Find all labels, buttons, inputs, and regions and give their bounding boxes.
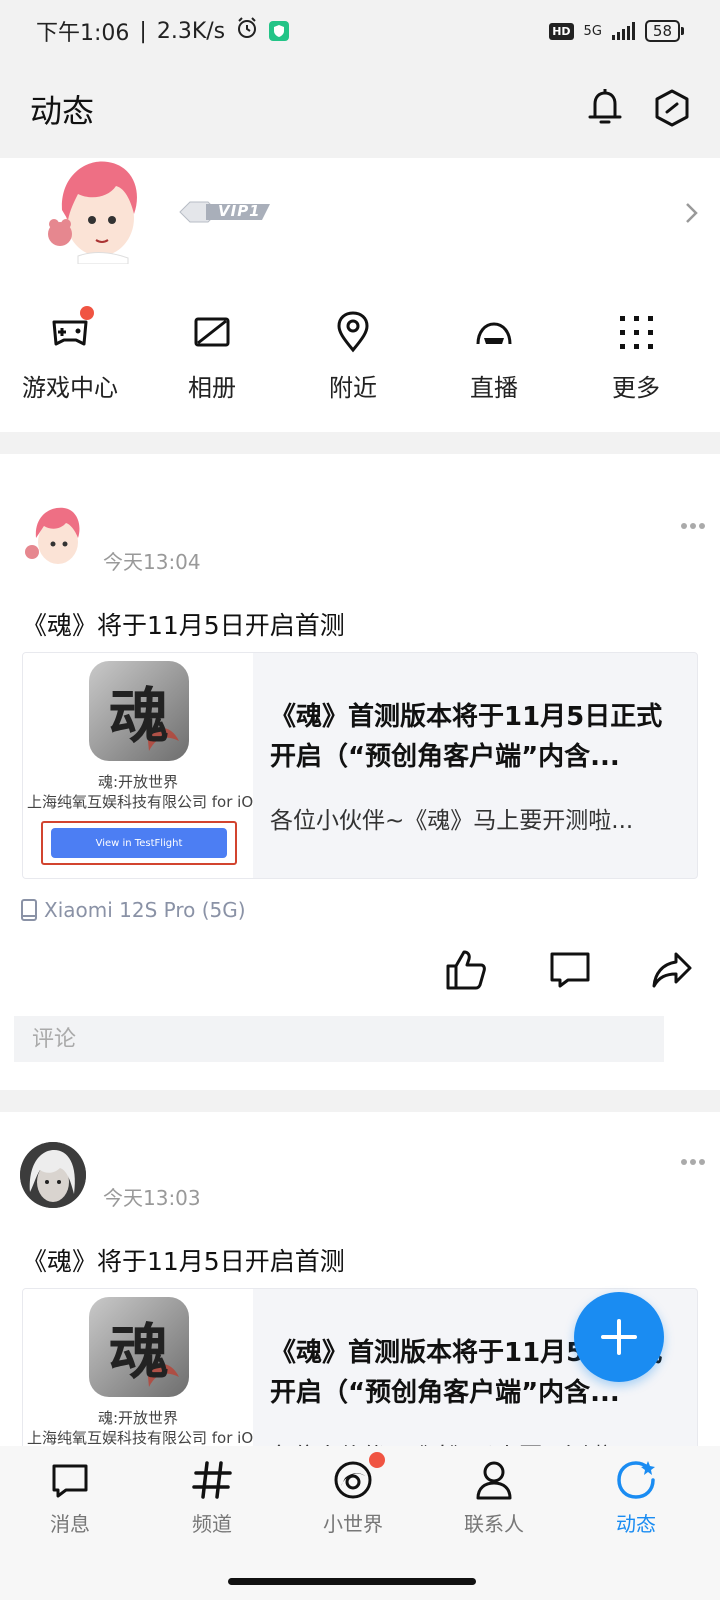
- comment-icon: [550, 952, 590, 988]
- app-icon-glyph: 魂: [109, 1317, 169, 1388]
- quick-label: 附近: [329, 374, 377, 402]
- quick-album[interactable]: 相册: [152, 310, 272, 403]
- grid-dots-icon: [614, 310, 658, 354]
- tab-label: 消息: [50, 1512, 90, 1536]
- section-divider: [0, 1090, 720, 1112]
- share-button[interactable]: [650, 948, 694, 992]
- network-label: 5G: [583, 23, 602, 39]
- live-icon: [472, 310, 516, 354]
- page-title: 动态: [30, 92, 95, 130]
- app-icon: 魂: [89, 661, 189, 761]
- tab-messages[interactable]: 消息: [10, 1458, 130, 1537]
- tab-label: 动态: [616, 1512, 656, 1536]
- post-time: 今天13:04: [103, 550, 201, 574]
- device-info: Xiaomi 12S Pro (5G): [20, 898, 246, 922]
- app-icon-glyph: 魂: [109, 681, 169, 752]
- hexagon-icon: [655, 89, 689, 127]
- shield-icon: [269, 21, 290, 41]
- notification-dot: [80, 306, 94, 320]
- hashtag-icon: [190, 1458, 234, 1502]
- quick-actions: 游戏中心 相册 附近 直播 更多: [0, 290, 720, 432]
- status-speed: 2.3K/s: [156, 18, 226, 44]
- comment-button[interactable]: [548, 948, 592, 992]
- home-indicator[interactable]: [228, 1578, 476, 1585]
- signal-icon: [611, 22, 635, 40]
- status-bar: 下午1:06 | 2.3K/s HD 5G 58: [0, 0, 720, 62]
- card-title: 《魂》首测版本将于11月5日正式开启（“预创角客户端”内含...: [270, 702, 663, 772]
- post-author-avatar[interactable]: [20, 1142, 86, 1208]
- notification-dot: [369, 1452, 385, 1468]
- post-card: 今天13:04 《魂》将于11月5日开启首测 魂 魂:开放世界 上海纯氧互娱科技…: [0, 454, 720, 1088]
- quick-label: 直播: [470, 374, 518, 402]
- hexagon-settings-button[interactable]: [652, 86, 692, 130]
- battery-icon: 58: [644, 20, 684, 42]
- create-post-button[interactable]: [574, 1292, 664, 1382]
- quick-label: 相册: [188, 374, 236, 402]
- tab-feed[interactable]: 动态: [576, 1458, 696, 1537]
- quick-nearby[interactable]: 附近: [293, 310, 413, 403]
- share-arrow-icon: [652, 952, 692, 988]
- status-separator: |: [139, 18, 147, 44]
- status-time: 下午1:06: [36, 21, 130, 46]
- message-icon: [48, 1458, 92, 1502]
- header: 动态: [0, 62, 720, 158]
- user-avatar[interactable]: [38, 158, 150, 265]
- post-text: 《魂》将于11月5日开启首测: [22, 1247, 345, 1276]
- post-text: 《魂》将于11月5日开启首测: [22, 611, 345, 640]
- notification-button[interactable]: [585, 86, 625, 130]
- album-icon: [190, 310, 234, 354]
- phone-icon: [21, 899, 37, 921]
- testflight-button: View in TestFlight: [51, 828, 227, 858]
- device-name: Xiaomi 12S Pro (5G): [44, 898, 246, 922]
- post-card: 今天13:03 《魂》将于11月5日开启首测 魂 魂:开放世界 上海纯氧互娱科技…: [0, 1112, 720, 1446]
- plus-icon: [601, 1319, 637, 1355]
- app-name: 魂:开放世界: [97, 1409, 179, 1427]
- link-preview-card[interactable]: 魂 魂:开放世界 上海纯氧互娱科技有限公司 for iOS View in Te…: [22, 652, 698, 879]
- gamepad-icon: [48, 306, 94, 354]
- card-description: 各位小伙伴~《魂》马上要开测啦...: [270, 808, 634, 834]
- post-time: 今天13:03: [103, 1186, 201, 1210]
- thumbs-up-icon: [446, 950, 486, 990]
- refresh-star-icon: [614, 1458, 658, 1502]
- hd-badge: HD: [549, 22, 574, 40]
- location-pin-icon: [331, 310, 375, 354]
- tab-label: 联系人: [464, 1512, 524, 1536]
- profile-row[interactable]: VIP1: [0, 158, 720, 288]
- app-company: 上海纯氧互娱科技有限公司 for iOS: [27, 793, 253, 811]
- quick-label: 更多: [612, 374, 660, 402]
- more-options-icon[interactable]: [680, 1158, 706, 1166]
- bell-icon: [588, 89, 622, 124]
- tab-contacts[interactable]: 联系人: [434, 1458, 554, 1537]
- small-world-icon: [331, 1452, 385, 1502]
- vip-label: VIP1: [218, 202, 261, 220]
- tab-channels[interactable]: 频道: [152, 1458, 272, 1537]
- bottom-tab-bar: 消息 频道 小世界 联系人 动态: [0, 1446, 720, 1600]
- battery-level: 58: [644, 20, 680, 42]
- card-description: 各位小伙伴~《魂》马上要开测啦...: [270, 1437, 670, 1446]
- quick-label: 游戏中心: [22, 374, 118, 402]
- more-options-icon[interactable]: [680, 522, 706, 530]
- app-icon: 魂: [89, 1297, 189, 1397]
- post-author-avatar[interactable]: [20, 504, 86, 570]
- tab-small-world[interactable]: 小世界: [293, 1452, 413, 1537]
- tab-label: 小世界: [323, 1512, 383, 1536]
- like-button[interactable]: [444, 948, 488, 992]
- contacts-icon: [472, 1458, 516, 1502]
- card-thumbnail: 魂 魂:开放世界 上海纯氧互娱科技有限公司 for iOS View in Te…: [23, 653, 253, 878]
- alarm-icon: [235, 16, 259, 46]
- card-thumbnail: 魂 魂:开放世界 上海纯氧互娱科技有限公司 for iOS: [23, 1289, 253, 1446]
- section-divider: [0, 432, 720, 454]
- app-name: 魂:开放世界: [97, 773, 179, 791]
- comment-input[interactable]: [14, 1016, 664, 1062]
- quick-more[interactable]: 更多: [576, 310, 696, 403]
- quick-game-center[interactable]: 游戏中心: [10, 306, 130, 403]
- quick-live[interactable]: 直播: [434, 310, 554, 403]
- app-company: 上海纯氧互娱科技有限公司 for iOS: [27, 1429, 253, 1446]
- chevron-right-icon[interactable]: [682, 200, 702, 226]
- tab-label: 频道: [192, 1512, 232, 1536]
